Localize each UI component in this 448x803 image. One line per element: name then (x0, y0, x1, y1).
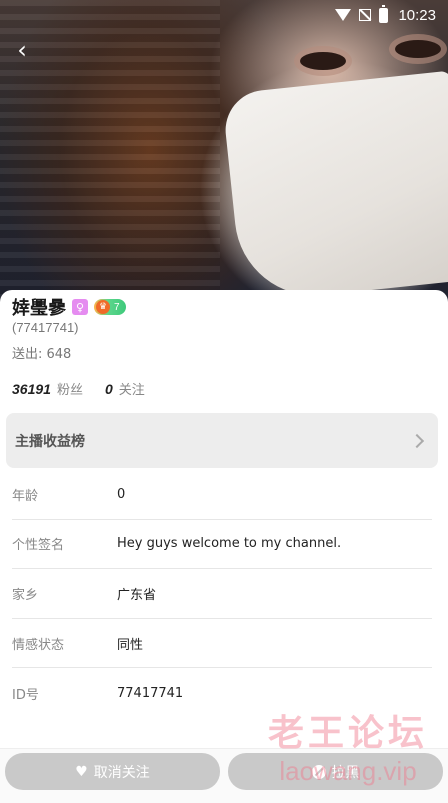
name-row: 婞璺曑 ♀ ♛ 7 (12, 294, 126, 320)
profile-cover-photo (0, 0, 448, 310)
crown-icon: ♛ (96, 300, 110, 314)
battery-icon (379, 4, 389, 23)
chevron-left-icon: ‹ (17, 36, 27, 64)
sent-count: 送出: 648 (12, 347, 72, 362)
unfollow-label: 取消关注 (93, 764, 150, 781)
chevron-right-icon (409, 433, 425, 448)
info-row-signature: 个性签名 Hey guys welcome to my channel. (12, 520, 432, 570)
info-row-relationship: 情感状态 同性 (12, 619, 432, 669)
block-label: 拉黑 (331, 764, 360, 781)
bottom-action-bar: ♥ 取消关注 拉黑 (0, 748, 448, 803)
cover-eye-right (395, 40, 441, 58)
gender-badge: ♀ (72, 299, 88, 315)
heart-icon: ♥ (75, 763, 88, 780)
info-label: 情感状态 (12, 637, 65, 653)
signal-icon (359, 9, 372, 21)
following-count[interactable]: 0 (105, 381, 113, 397)
info-label: 家乡 (12, 587, 39, 603)
wifi-icon (335, 9, 352, 21)
cover-eye-left (300, 52, 346, 70)
level-badge: ♛ 7 (94, 299, 126, 315)
back-button[interactable]: ‹ (8, 36, 36, 64)
unfollow-button[interactable]: ♥ 取消关注 (5, 753, 220, 790)
info-value: 同性 (117, 637, 144, 653)
info-value: 0 (117, 486, 126, 502)
earnings-ranking-label: 主播收益榜 (15, 433, 85, 450)
user-id: (77417741) (12, 320, 79, 335)
status-bar: 10:23 (0, 0, 448, 30)
info-value: 77417741 (117, 685, 184, 701)
stats-row: 36191 粉丝 0 关注 (12, 379, 145, 398)
status-time: 10:23 (398, 6, 436, 24)
info-list: 年龄 0 个性签名 Hey guys welcome to my channel… (12, 470, 432, 718)
block-button[interactable]: 拉黑 (228, 753, 443, 790)
info-label: ID号 (12, 687, 39, 703)
info-row-age: 年龄 0 (12, 470, 432, 520)
info-label: 个性签名 (12, 538, 65, 554)
female-icon: ♀ (75, 300, 85, 314)
user-name: 婞璺曑 (12, 298, 66, 319)
fans-count[interactable]: 36191 (12, 381, 51, 397)
earnings-ranking-row[interactable]: 主播收益榜 (6, 413, 438, 468)
following-label[interactable]: 关注 (119, 379, 145, 398)
info-row-hometown: 家乡 广东省 (12, 569, 432, 619)
info-value: 广东省 (117, 587, 157, 603)
cover-face-mask (221, 70, 448, 304)
info-value: Hey guys welcome to my channel. (117, 536, 342, 552)
info-row-id: ID号 77417741 (12, 668, 432, 718)
profile-card: 婞璺曑 ♀ ♛ 7 (77417741) 送出: 648 36191 粉丝 0 … (0, 290, 448, 803)
info-label: 年龄 (12, 488, 39, 504)
block-icon (311, 764, 326, 779)
level-number: 7 (114, 301, 120, 313)
fans-label[interactable]: 粉丝 (57, 379, 83, 398)
